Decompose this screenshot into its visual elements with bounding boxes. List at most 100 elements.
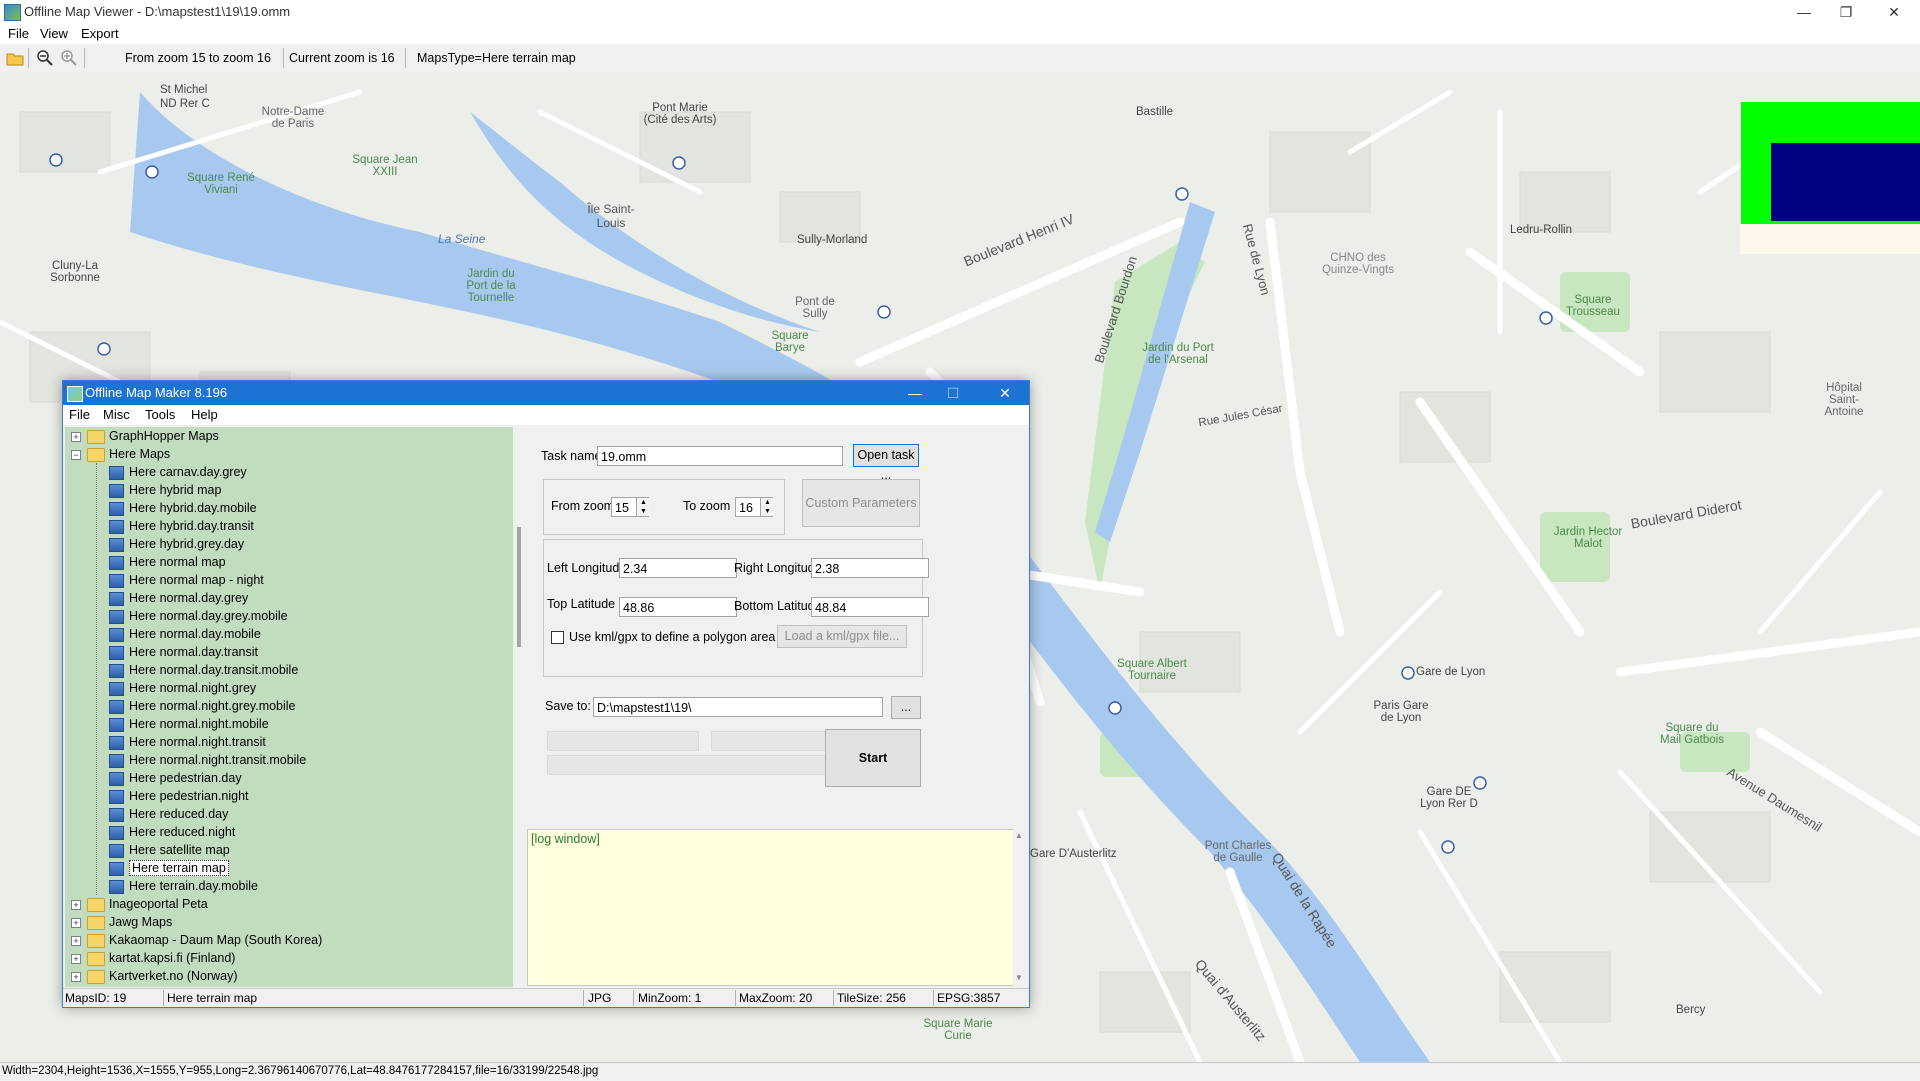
browse-button[interactable]: ...	[891, 696, 921, 719]
tree-item-label: Kakaomap - Daum Map (South Korea)	[109, 933, 323, 947]
start-button[interactable]: Start	[825, 729, 921, 787]
tree-folder[interactable]: + Inageoportal Peta	[65, 896, 513, 914]
tree-item-map[interactable]: Here normal.day.transit.mobile	[65, 662, 513, 680]
map-label: Ledru-Rollin	[1510, 224, 1573, 236]
load-kml-button[interactable]: Load a kml/gpx file...	[777, 625, 907, 648]
expand-icon[interactable]: +	[71, 936, 81, 946]
map-layer-icon	[109, 880, 124, 894]
collapse-icon[interactable]: −	[71, 450, 81, 460]
close-button[interactable]: ✕	[1874, 2, 1914, 22]
tree-folder[interactable]: + GraphHopper Maps	[65, 428, 513, 446]
zoom-in-icon[interactable]	[60, 49, 78, 67]
tree-item-map[interactable]: Here normal.night.transit	[65, 734, 513, 752]
zoom-out-icon[interactable]	[36, 49, 54, 67]
dialog-menu-help[interactable]: Help	[191, 407, 218, 422]
to-zoom-stepper[interactable]: ▲ ▼	[760, 498, 774, 516]
bottom-latitude-input[interactable]: 48.84	[811, 597, 929, 617]
dialog-close-button[interactable]: ✕	[987, 383, 1023, 403]
dialog-menu-tools[interactable]: Tools	[145, 407, 175, 422]
expand-icon[interactable]: +	[71, 918, 81, 928]
tree-item-map[interactable]: Here normal.day.grey.mobile	[65, 608, 513, 626]
tree-item-label: Here normal.day.grey	[129, 591, 249, 605]
save-to-input[interactable]: D:\mapstest1\19\	[593, 697, 883, 717]
expand-icon[interactable]: +	[71, 900, 81, 910]
map-label: Jardin Hector Malot	[1553, 526, 1623, 550]
map-layer-icon	[109, 736, 124, 750]
kml-checkbox[interactable]	[551, 631, 564, 644]
folder-icon	[87, 934, 105, 948]
tree-item-map[interactable]: Here hybrid.day.transit	[65, 518, 513, 536]
tree-connector-line	[96, 463, 97, 895]
tree-item-map[interactable]: Here hybrid map	[65, 482, 513, 500]
menu-file[interactable]: File	[8, 26, 29, 41]
offline-map-maker-dialog: Offline Map Maker 8.196 — ☐ ✕ File Misc …	[62, 380, 1030, 1008]
progress-bar-total	[547, 755, 863, 775]
tree-item-map[interactable]: Here reduced.day	[65, 806, 513, 824]
tree-folder[interactable]: − Here Maps	[65, 446, 513, 464]
scroll-down-icon[interactable]: ▼	[1015, 973, 1023, 982]
tree-folder[interactable]: + kartat.kapsi.fi (Finland)	[65, 950, 513, 968]
tree-item-map[interactable]: Here pedestrian.day	[65, 770, 513, 788]
minimize-button[interactable]: —	[1784, 2, 1824, 22]
tree-item-map[interactable]: Here normal.day.mobile	[65, 626, 513, 644]
status-separator	[833, 990, 834, 1006]
tree-item-map[interactable]: Here normal.day.grey	[65, 590, 513, 608]
tree-folder[interactable]: + Kartverket.no (Norway)	[65, 968, 513, 986]
expand-icon[interactable]: +	[71, 954, 81, 964]
dialog-title: Offline Map Maker 8.196	[85, 385, 228, 400]
tree-item-map[interactable]: Here normal map	[65, 554, 513, 572]
menu-export[interactable]: Export	[81, 26, 119, 41]
maps-tree[interactable]: + GraphHopper Maps − Here Maps Here carnav.d…	[65, 427, 513, 987]
tree-item-map[interactable]: Here hybrid.grey.day	[65, 536, 513, 554]
dialog-minimize-button[interactable]: —	[897, 383, 933, 403]
tree-item-label: Here carnav.day.grey	[129, 465, 247, 479]
format-status: JPG	[588, 991, 612, 1005]
tree-item-map[interactable]: Here pedestrian.night	[65, 788, 513, 806]
maps-name-status: Here terrain map	[167, 991, 258, 1005]
tree-scrollbar[interactable]	[515, 427, 525, 987]
tree-item-map[interactable]: Here satellite map	[65, 842, 513, 860]
custom-parameters-button[interactable]: Custom Parameters	[802, 479, 920, 527]
dialog-maximize-button[interactable]: ☐	[935, 383, 971, 403]
tree-item-map[interactable]: Here normal.night.grey.mobile	[65, 698, 513, 716]
to-zoom-label: To zoom	[683, 499, 731, 513]
open-task-button[interactable]: Open task ...	[853, 444, 919, 482]
left-longitude-input[interactable]: 2.34	[619, 558, 737, 578]
map-label: Hôpital Saint-Antoine	[1824, 382, 1864, 418]
expand-icon[interactable]: +	[71, 972, 81, 982]
open-folder-icon[interactable]	[6, 49, 24, 67]
from-zoom-stepper[interactable]: ▲ ▼	[636, 498, 650, 516]
menu-view[interactable]: View	[40, 26, 68, 41]
tree-item-map[interactable]: Here normal.day.transit	[65, 644, 513, 662]
map-label: Paris Gare de Lyon	[1373, 700, 1429, 724]
expand-icon[interactable]: +	[71, 432, 81, 442]
dialog-menu-misc[interactable]: Misc	[103, 407, 130, 422]
dialog-menu-file[interactable]: File	[69, 407, 90, 422]
left-longitude-label: Left Longitude	[547, 561, 627, 575]
tree-item-map[interactable]: Here hybrid.day.mobile	[65, 500, 513, 518]
task-name-input[interactable]: 19.omm	[597, 446, 843, 466]
log-window[interactable]: [log window]	[527, 829, 1015, 986]
tree-item-map[interactable]: Here normal.night.mobile	[65, 716, 513, 734]
tree-item-map[interactable]: Here normal.night.transit.mobile	[65, 752, 513, 770]
scroll-up-icon[interactable]: ▲	[1015, 831, 1023, 840]
status-separator	[633, 990, 634, 1006]
tree-item-map[interactable]: Here normal.night.grey	[65, 680, 513, 698]
restore-button[interactable]: ❐	[1826, 2, 1866, 22]
map-layer-icon	[109, 826, 124, 840]
right-longitude-input[interactable]: 2.38	[811, 558, 929, 578]
tree-scroll-thumb[interactable]	[517, 527, 521, 647]
tree-item-map[interactable]: Here reduced.night	[65, 824, 513, 842]
top-latitude-input[interactable]: 48.86	[619, 597, 737, 617]
map-label: Sully-Morland	[797, 234, 868, 246]
tree-item-map[interactable]: Here terrain map	[65, 860, 513, 878]
map-label: Île Saint-Louis	[587, 202, 635, 230]
map-layer-icon	[109, 844, 124, 858]
log-scrollbar[interactable]: ▲ ▼	[1013, 829, 1025, 986]
tree-folder[interactable]: + Jawg Maps	[65, 914, 513, 932]
tree-item-map[interactable]: Here normal map - night	[65, 572, 513, 590]
dialog-status-bar: MapsID: 19 Here terrain map JPG MinZoom:…	[63, 988, 1029, 1007]
tree-folder[interactable]: + Kakaomap - Daum Map (South Korea)	[65, 932, 513, 950]
tree-item-map[interactable]: Here terrain.day.mobile	[65, 878, 513, 896]
tree-item-map[interactable]: Here carnav.day.grey	[65, 464, 513, 482]
